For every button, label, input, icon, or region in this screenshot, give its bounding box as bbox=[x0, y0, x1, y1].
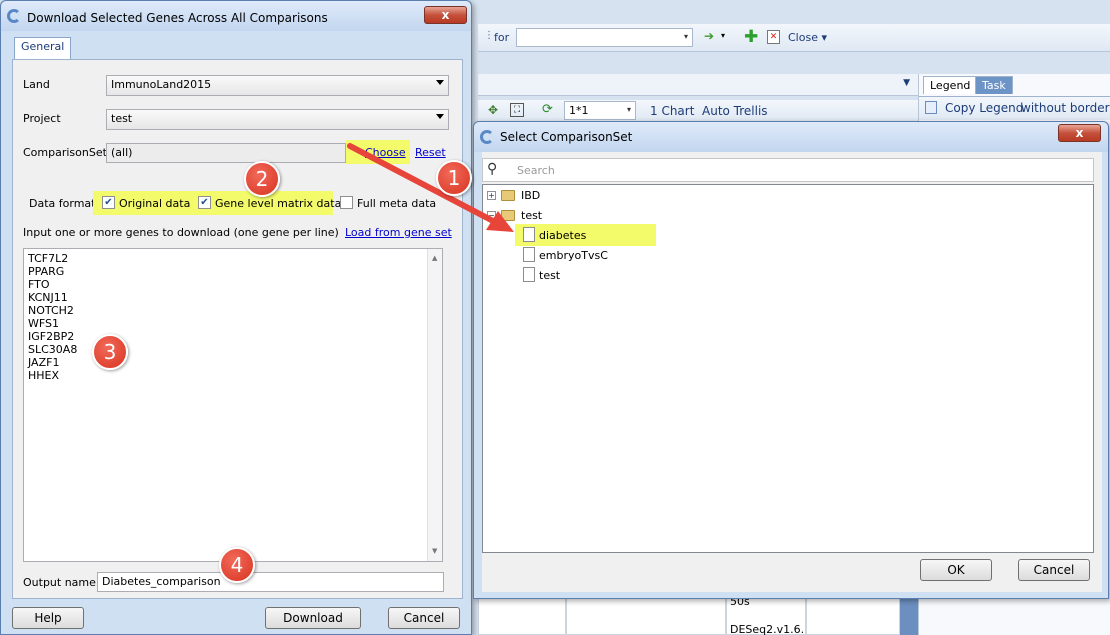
annotation-badge-4: 4 bbox=[219, 547, 255, 583]
annotation-badge-3: 3 bbox=[92, 334, 128, 370]
arrow-shaft bbox=[347, 143, 498, 225]
annotation-arrow bbox=[347, 143, 514, 232]
annotation-badge-1: 1 bbox=[436, 160, 472, 196]
annotation-badge-2: 2 bbox=[244, 161, 280, 197]
